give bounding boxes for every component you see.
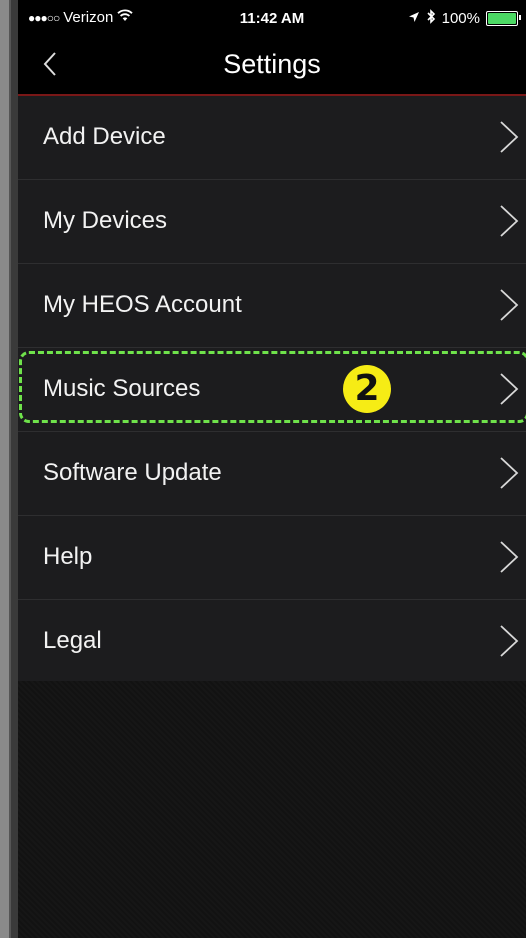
chevron-right-icon (500, 625, 519, 657)
settings-item-my-devices[interactable]: My Devices (18, 180, 526, 264)
page-title: Settings (223, 49, 321, 79)
settings-item-legal[interactable]: Legal (18, 600, 526, 684)
settings-list: Add Device My Devices My HEOS Account Mu… (18, 96, 526, 684)
phone-screen: ●●●○○ Verizon 11:42 AM 100% Settings Add… (18, 0, 526, 938)
settings-item-add-device[interactable]: Add Device (18, 96, 526, 180)
list-item-label: My HEOS Account (43, 291, 242, 318)
settings-item-help[interactable]: Help (18, 516, 526, 600)
background-window-edge (0, 0, 11, 938)
settings-item-my-heos-account[interactable]: My HEOS Account (18, 264, 526, 348)
chevron-right-icon (500, 457, 519, 489)
chevron-right-icon (500, 289, 519, 321)
list-item-label: Add Device (43, 123, 166, 150)
status-right: 100% (408, 9, 521, 28)
empty-content-area (18, 681, 526, 938)
battery-icon (486, 11, 521, 26)
step-number-badge: 2 (343, 365, 391, 413)
chevron-right-icon (500, 205, 519, 237)
location-arrow-icon (408, 10, 420, 27)
chevron-right-icon (500, 121, 519, 153)
list-item-label: Music Sources (43, 375, 201, 402)
list-item-label: Legal (43, 627, 102, 654)
bluetooth-icon (426, 9, 436, 28)
list-item-label: Software Update (43, 459, 222, 486)
status-bar: ●●●○○ Verizon 11:42 AM 100% (18, 0, 526, 38)
battery-percent: 100% (441, 10, 480, 27)
settings-item-software-update[interactable]: Software Update (18, 432, 526, 516)
list-item-label: My Devices (43, 207, 168, 234)
list-item-label: Help (43, 543, 93, 570)
chevron-right-icon (500, 373, 519, 405)
screenshot-frame: ●●●○○ Verizon 11:42 AM 100% Settings Add… (0, 0, 526, 938)
navigation-bar: Settings (18, 38, 526, 96)
chevron-right-icon (500, 541, 519, 573)
settings-item-music-sources[interactable]: Music Sources 2 (18, 348, 526, 432)
